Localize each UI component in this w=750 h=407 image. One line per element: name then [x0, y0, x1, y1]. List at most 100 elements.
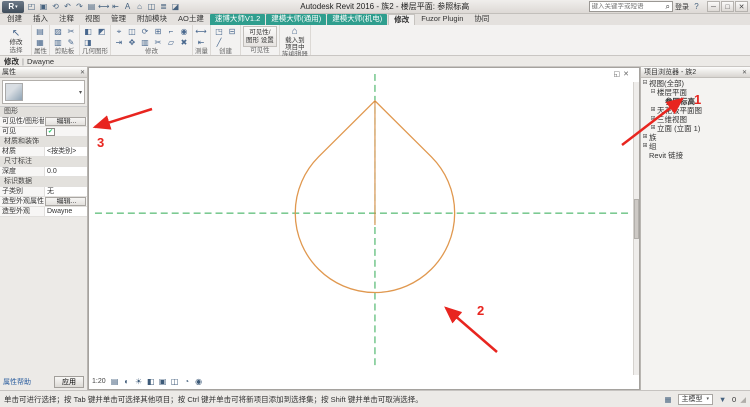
section-icon[interactable]: ◫: [146, 1, 157, 12]
resize-grip[interactable]: ◢: [740, 395, 746, 404]
close-button[interactable]: ✕: [735, 1, 748, 12]
print-icon[interactable]: ▤: [86, 1, 97, 12]
match-type-icon[interactable]: ✎: [65, 37, 77, 48]
default-3d-view-icon[interactable]: ⌂: [134, 1, 145, 12]
expander-icon[interactable]: ⊞: [641, 133, 649, 142]
signin-label[interactable]: 登录: [675, 2, 689, 12]
view-restore-icon[interactable]: ◱: [614, 70, 621, 78]
redo-icon[interactable]: ↷: [74, 1, 85, 12]
rotate-icon[interactable]: ⟳: [139, 26, 151, 37]
application-menu-button[interactable]: R ▾: [2, 1, 24, 13]
cut-icon[interactable]: ✂: [65, 26, 77, 37]
aligned-dimension-icon[interactable]: ⇤: [110, 1, 121, 12]
move-icon[interactable]: ✥: [126, 37, 138, 48]
delete-icon[interactable]: ✖: [178, 37, 190, 48]
shadows-icon[interactable]: ◧: [146, 377, 156, 386]
measure-tool-icon[interactable]: ⟷: [195, 26, 207, 37]
crop-view-icon[interactable]: ▣: [158, 377, 168, 386]
expander-icon[interactable]: ⊞: [641, 142, 649, 151]
ribbon-tab[interactable]: 管理: [106, 14, 131, 25]
browser-tree-item[interactable]: 参照标高: [641, 97, 750, 106]
load-into-project-button[interactable]: ⌂ 载入到 项目中: [282, 26, 308, 51]
save-icon[interactable]: ▣: [38, 1, 49, 12]
join-geometry-icon[interactable]: ◨: [82, 37, 94, 48]
drawing-area[interactable]: ◱ ✕ 1:20 ▤ ◐ ☀ ◧ ▣ ◫ ◔: [88, 67, 640, 390]
browser-tree-item[interactable]: ⊟ 楼层平面: [641, 88, 750, 97]
expander-icon[interactable]: ⊞: [649, 115, 657, 124]
ribbon-tab[interactable]: 修改: [388, 14, 415, 25]
copy-icon[interactable]: ▥: [52, 37, 64, 48]
minimize-button[interactable]: ─: [707, 1, 720, 12]
expander-icon[interactable]: ⊟: [649, 88, 657, 97]
browser-tree-item[interactable]: ⊞ 族: [641, 133, 750, 142]
browser-tree-item[interactable]: ⊟ 视图(全部): [641, 79, 750, 88]
properties-icon[interactable]: ▤: [34, 26, 46, 37]
property-value[interactable]: Dwayne: [44, 207, 87, 216]
browser-tree-item[interactable]: ⊞ 组: [641, 142, 750, 151]
measure-icon[interactable]: ⟷: [98, 1, 109, 12]
close-icon[interactable]: ✕: [742, 69, 747, 76]
modify-tool-button[interactable]: ↖ 修改: [3, 26, 29, 47]
model-line-icon[interactable]: ╱: [213, 37, 225, 48]
visual-style-icon[interactable]: ◐: [122, 377, 132, 386]
undo-icon[interactable]: ↶: [62, 1, 73, 12]
dimension-icon[interactable]: ⇤: [195, 37, 207, 48]
filter-icon[interactable]: ▼: [717, 395, 728, 404]
design-option-select[interactable]: 主模型 ▾: [678, 394, 714, 405]
reveal-hidden-icon[interactable]: ◉: [194, 377, 204, 386]
sun-path-icon[interactable]: ☀: [134, 377, 144, 386]
maximize-button[interactable]: □: [721, 1, 734, 12]
ribbon-tab[interactable]: 视图: [80, 14, 105, 25]
property-row[interactable]: 材质 <按类别>: [0, 147, 87, 157]
search-icon[interactable]: ⌕: [666, 2, 670, 12]
align-icon[interactable]: ⌖: [113, 26, 125, 37]
ribbon-tab[interactable]: 建模大师(通用): [266, 14, 326, 25]
browser-tree-item[interactable]: Revit 链接: [641, 151, 750, 160]
search-input[interactable]: [592, 3, 666, 10]
trim-icon[interactable]: ⌐: [165, 26, 177, 37]
ribbon-tab[interactable]: 建模大师(机电): [327, 14, 387, 25]
sync-icon[interactable]: ⟲: [50, 1, 61, 12]
browser-tree-item[interactable]: ⊞ 立面 (立面 1): [641, 124, 750, 133]
property-value[interactable]: 0.0: [44, 167, 87, 176]
scale-icon[interactable]: ▱: [165, 37, 177, 48]
property-row[interactable]: 可见 ✔: [0, 127, 87, 137]
worksets-icon[interactable]: ▦: [663, 395, 674, 404]
apply-button[interactable]: 应用: [54, 376, 84, 388]
property-row[interactable]: 深度 0.0: [0, 167, 87, 177]
temporary-hide-icon[interactable]: ◔: [182, 377, 192, 386]
property-row[interactable]: 尺寸标注: [0, 157, 87, 167]
ribbon-tab[interactable]: 插入: [28, 14, 53, 25]
show-crop-icon[interactable]: ◫: [170, 377, 180, 386]
ribbon-tab[interactable]: 协同: [469, 14, 494, 25]
property-value[interactable]: 编辑...: [45, 197, 86, 206]
family-types-icon[interactable]: ▦: [34, 37, 46, 48]
type-selector[interactable]: ▾: [2, 80, 85, 104]
expander-icon[interactable]: ⊞: [649, 124, 657, 133]
paste-icon[interactable]: ▨: [52, 26, 64, 37]
split-icon[interactable]: ✂: [152, 37, 164, 48]
split-face-icon[interactable]: ◩: [96, 26, 108, 37]
property-value[interactable]: ✔: [46, 128, 55, 136]
properties-panel-header[interactable]: 属性 ✕: [0, 67, 87, 78]
browser-tree-item[interactable]: ⊞ 天花板平面图: [641, 106, 750, 115]
help-icon[interactable]: ?: [691, 1, 702, 12]
property-row[interactable]: 标识数据: [0, 177, 87, 187]
property-row[interactable]: 可见性/图形替换 编辑...: [0, 117, 87, 127]
copy-element-icon[interactable]: ▥: [139, 37, 151, 48]
component-icon[interactable]: ◳: [213, 26, 225, 37]
scrollbar-thumb[interactable]: [634, 199, 639, 239]
detail-level-icon[interactable]: ▤: [110, 377, 120, 386]
text-icon[interactable]: A: [122, 1, 133, 12]
properties-help-link[interactable]: 属性帮助: [3, 377, 31, 387]
property-row[interactable]: 造型外观属性 编辑...: [0, 197, 87, 207]
visibility-settings-button[interactable]: 可见性/ 图形 设置: [243, 26, 277, 47]
offset-icon[interactable]: ⇥: [113, 37, 125, 48]
project-browser-header[interactable]: 项目浏览器 - 族2 ✕: [641, 67, 750, 78]
canvas-scrollbar-vertical[interactable]: [633, 82, 639, 375]
search-box[interactable]: ⌕: [589, 1, 673, 12]
mirror-icon[interactable]: ◫: [126, 26, 138, 37]
ribbon-tab[interactable]: 速博大师V1.2: [210, 14, 265, 25]
property-row[interactable]: 材质和装饰: [0, 137, 87, 147]
close-icon[interactable]: ✕: [80, 69, 85, 76]
